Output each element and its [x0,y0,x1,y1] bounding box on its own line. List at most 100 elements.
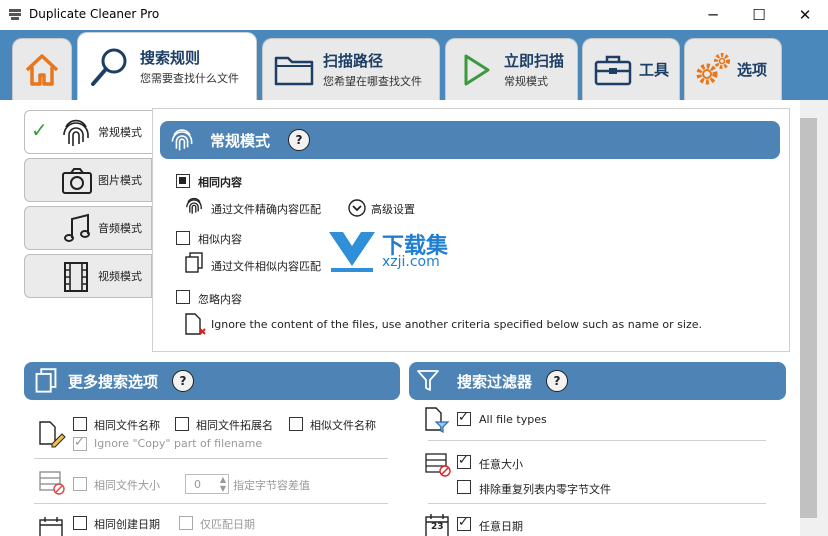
any-date-label: 任意日期 [479,520,523,533]
minimize-button[interactable]: ─ [690,0,736,30]
same-ext-label: 相同文件拓展名 [196,419,273,432]
tab-search-rules-sub: 您需要查找什么文件 [140,72,239,85]
toolbox-icon [594,55,632,85]
same-name-checkbox[interactable] [73,417,87,431]
copy-files-icon [185,252,203,273]
tab-tools-title: 工具 [639,61,670,79]
mode-image[interactable]: 图片模式 [24,158,152,202]
tab-scan-now-sub: 常规模式 [504,75,548,88]
scrollbar-thumb[interactable] [800,118,817,518]
size-icon [425,453,451,477]
all-file-types-checkbox[interactable] [457,410,471,426]
ignore-content-desc: Ignore the content of the files, use ano… [211,318,703,331]
only-date-label: 仅匹配日期 [200,518,255,531]
mode-normal-label: 常规模式 [98,126,142,139]
mode-video-label: 视频模式 [98,270,142,283]
any-size-label: 任意大小 [479,458,523,471]
ignore-copy-label: Ignore "Copy" part of filename [94,437,263,450]
search-filter-header: 搜索过滤器 ? [409,362,786,400]
download-arrow-logo-icon [329,232,375,272]
same-ext-checkbox[interactable] [175,417,189,431]
search-filter-title: 搜索过滤器 [457,372,533,391]
calendar-date-number: 23 [431,522,444,532]
magnifier-icon [91,48,127,86]
normal-mode-title: 常规模式 [210,131,271,150]
tab-search-rules-title: 搜索规则 [140,49,201,67]
file-x-icon [185,313,206,335]
similar-content-radio[interactable] [176,231,190,245]
tab-options[interactable]: 选项 [684,38,782,100]
mode-video[interactable]: 视频模式 [24,254,152,298]
more-options-title: 更多搜索选项 [68,372,159,391]
divider [34,458,388,459]
mode-image-label: 图片模式 [98,174,142,187]
app-logo-icon [9,9,21,20]
tab-home[interactable] [12,38,72,100]
same-size-checkbox[interactable] [73,477,87,491]
gears-icon [696,52,730,84]
all-file-types-label: All file types [479,413,547,426]
similar-name-checkbox[interactable] [289,417,303,431]
vertical-scrollbar[interactable] [800,100,828,536]
mode-audio-label: 音频模式 [98,222,142,235]
folder-icon [274,56,314,85]
byte-tolerance-label: 指定字节容差值 [233,479,310,492]
exclude-zero-byte-label: 排除重复列表内零字节文件 [479,483,611,496]
divider [428,503,766,504]
advanced-settings-link[interactable]: 高级设置 [371,201,415,217]
calendar-icon [39,517,63,536]
similar-content-label: 相似内容 [198,233,242,246]
tab-scan-path[interactable]: 扫描路径 您希望在哪查找文件 [262,38,440,100]
filter-icon [417,370,439,391]
mode-normal[interactable]: ✓ 常规模式 [24,110,152,154]
only-date-checkbox[interactable] [179,516,193,530]
normal-mode-header: 常规模式 ? [160,121,780,159]
same-name-label: 相同文件名称 [94,419,160,432]
spinner-arrows-icon[interactable]: ▲ ▼ [220,475,226,493]
fingerprint-icon [171,129,193,151]
play-icon [464,54,490,85]
ignore-content-radio[interactable] [176,290,190,304]
checkmark-icon: ✓ [31,118,48,142]
tab-tools[interactable]: 工具 [582,38,680,100]
tab-scan-path-sub: 您希望在哪查找文件 [323,75,422,88]
same-created-date-checkbox[interactable] [73,516,87,530]
tab-scan-now-title: 立即扫描 [504,52,565,70]
fingerprint-icon [186,197,202,214]
music-note-icon [64,213,90,242]
app-title: Duplicate Cleaner Pro [29,7,160,21]
tab-strip: 搜索规则 您需要查找什么文件 扫描路径 您希望在哪查找文件 立即扫描 常规模式 … [0,30,828,100]
mode-audio[interactable]: 音频模式 [24,206,152,250]
any-date-checkbox[interactable] [457,515,471,531]
close-button[interactable]: ✕ [782,0,828,30]
film-icon [64,262,88,292]
size-disabled-icon [39,471,65,495]
tab-scan-now[interactable]: 立即扫描 常规模式 [445,38,578,100]
help-button[interactable]: ? [172,370,195,392]
same-size-label: 相同文件大小 [94,479,160,492]
any-size-checkbox[interactable] [457,453,471,469]
maximize-button[interactable]: ☐ [736,0,782,30]
byte-tolerance-spinner[interactable]: 0 ▲ ▼ [185,474,229,494]
ignore-copy-checkbox[interactable] [73,435,87,451]
help-button[interactable]: ? [546,370,569,392]
file-edit-icon [39,421,66,448]
tab-search-rules[interactable]: 搜索规则 您需要查找什么文件 [77,32,257,100]
same-content-desc: 通过文件精确内容匹配 [211,203,321,216]
help-button[interactable]: ? [288,129,311,151]
exclude-zero-byte-checkbox[interactable] [457,480,471,494]
same-content-label: 相同内容 [198,176,242,189]
similar-content-desc: 通过文件相似内容匹配 [211,260,321,273]
copy-files-icon [35,368,57,393]
same-created-date-label: 相同创建日期 [94,518,160,531]
similar-name-label: 相似文件名称 [310,419,376,432]
title-bar: Duplicate Cleaner Pro ─ ☐ ✕ [0,0,828,30]
file-filter-icon [425,407,450,433]
chevron-down-circle-icon[interactable] [348,199,366,217]
fingerprint-icon [63,119,89,146]
same-content-radio[interactable] [176,174,190,188]
camera-icon [62,168,92,194]
tab-options-title: 选项 [737,61,768,79]
tab-scan-path-title: 扫描路径 [323,52,384,70]
divider [428,440,766,441]
